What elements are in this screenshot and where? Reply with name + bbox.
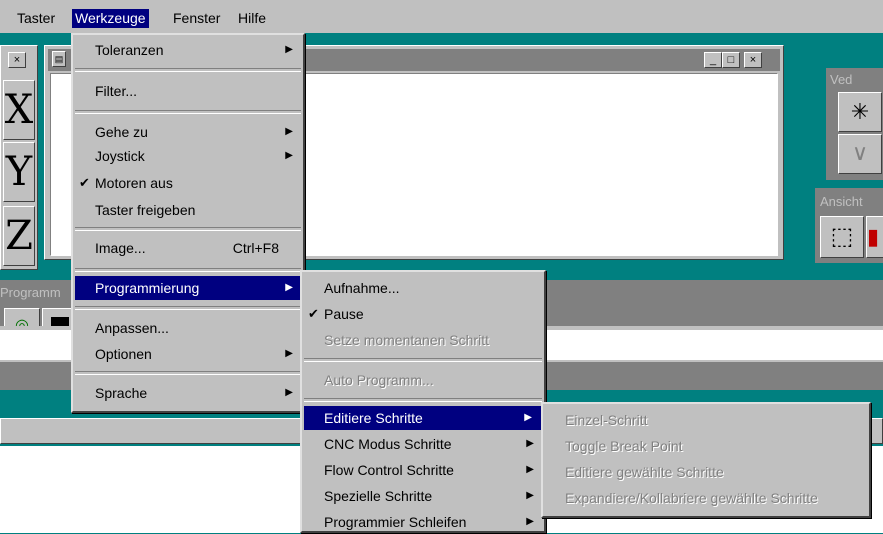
menu-item-taster-freigeben[interactable]: Taster freigeben	[73, 198, 303, 222]
menu-separator	[75, 227, 301, 231]
menu-separator	[304, 398, 542, 402]
menu-taster[interactable]: Taster	[14, 9, 58, 28]
document-icon: ▤	[52, 51, 66, 67]
submenu-arrow-icon: ▶	[526, 464, 534, 475]
menu-item-expandiere: Expandiere/Kollabriere gewählte Schritte	[565, 490, 818, 506]
submenu-arrow-icon: ▶	[285, 348, 293, 359]
menu-item-einzel-schritt: Einzel-Schritt	[565, 412, 648, 428]
y-axis-button[interactable]: Y	[3, 142, 35, 202]
submenu-arrow-icon: ▶	[285, 150, 293, 161]
submenu-arrow-icon: ▶	[526, 516, 534, 527]
menu-hilfe[interactable]: Hilfe	[235, 9, 269, 28]
menu-item-motoren-aus[interactable]: ✔ Motoren aus	[73, 171, 303, 195]
close-button[interactable]: ×	[744, 52, 762, 68]
menu-item-editiere-gewaehlte: Editiere gewählte Schritte	[565, 464, 724, 480]
maximize-button[interactable]: □	[722, 52, 740, 68]
menu-item-toggle-break-point: Toggle Break Point	[565, 438, 683, 454]
menu-item-anpassen[interactable]: Anpassen...	[73, 316, 303, 340]
programm-panel-title: Programm	[0, 285, 61, 300]
chevron-down-icon[interactable]: ∨	[838, 134, 882, 174]
menu-item-optionen[interactable]: Optionen ▶	[73, 342, 303, 366]
menu-separator	[75, 306, 301, 310]
menu-item-editiere-schritte[interactable]: Editiere Schritte ▶	[304, 406, 542, 430]
checkmark-icon: ✔	[79, 175, 90, 190]
menu-item-cnc-modus[interactable]: CNC Modus Schritte ▶	[302, 432, 544, 456]
editiere-schritte-menu: Einzel-Schritt Toggle Break Point Editie…	[541, 402, 871, 518]
programmierung-menu: Aufnahme... ✔ Pause Setze momentanen Schr…	[300, 270, 546, 533]
menu-item-toleranzen[interactable]: Toleranzen ▶	[73, 38, 303, 62]
z-axis-button[interactable]: Z	[3, 206, 35, 266]
cube-view-icon[interactable]: ⬚	[820, 216, 864, 258]
menu-item-pause[interactable]: ✔ Pause	[302, 302, 544, 326]
menu-werkzeuge[interactable]: Werkzeuge	[72, 9, 149, 28]
werkzeuge-menu: Toleranzen ▶ Filter... Gehe zu ▶ Joystick ▶…	[71, 33, 305, 413]
menu-separator	[75, 371, 301, 375]
submenu-arrow-icon: ▶	[285, 44, 293, 55]
submenu-arrow-icon: ▶	[285, 387, 293, 398]
menu-separator	[75, 110, 301, 114]
menu-item-joystick[interactable]: Joystick ▶	[73, 144, 303, 168]
menu-item-programmierung[interactable]: Programmierung ▶	[75, 276, 301, 300]
checkmark-icon: ✔	[308, 306, 319, 321]
menu-separator	[304, 358, 542, 362]
menu-item-auto-programm: Auto Programm...	[324, 372, 434, 388]
submenu-arrow-icon: ▶	[526, 490, 534, 501]
ved-panel-title: Ved	[830, 72, 853, 87]
submenu-arrow-icon: ▶	[285, 126, 293, 137]
menu-item-spezielle[interactable]: Spezielle Schritte ▶	[302, 484, 544, 508]
x-axis-button[interactable]: X	[3, 80, 35, 140]
menu-separator	[75, 68, 301, 72]
submenu-arrow-icon: ▶	[524, 412, 532, 423]
menu-item-schleifen[interactable]: Programmier Schleifen ▶	[302, 510, 544, 534]
menu-separator	[75, 268, 301, 272]
menu-item-filter[interactable]: Filter...	[73, 79, 303, 103]
cube-red-icon[interactable]: ▮	[866, 216, 883, 258]
menu-item-gehe-zu[interactable]: Gehe zu ▶	[73, 120, 303, 144]
menu-item-sprache[interactable]: Sprache ▶	[73, 381, 303, 405]
ansicht-panel-title: Ansicht	[820, 194, 863, 209]
submenu-arrow-icon: ▶	[526, 438, 534, 449]
close-icon[interactable]: ×	[8, 52, 26, 68]
menu-item-setze-schritt: Setze momentanen Schritt	[324, 332, 489, 348]
minimize-button[interactable]: _	[704, 52, 722, 68]
menu-item-image[interactable]: Image... Ctrl+F8	[73, 236, 303, 260]
submenu-arrow-icon: ▶	[285, 282, 293, 293]
menu-fenster[interactable]: Fenster	[170, 9, 223, 28]
wand-icon[interactable]: ✳	[838, 92, 882, 132]
menu-item-aufnahme[interactable]: Aufnahme...	[302, 276, 544, 300]
menu-item-flow-control[interactable]: Flow Control Schritte ▶	[302, 458, 544, 482]
menu-bar: Taster Werkzeuge Fenster Hilfe	[0, 0, 883, 33]
